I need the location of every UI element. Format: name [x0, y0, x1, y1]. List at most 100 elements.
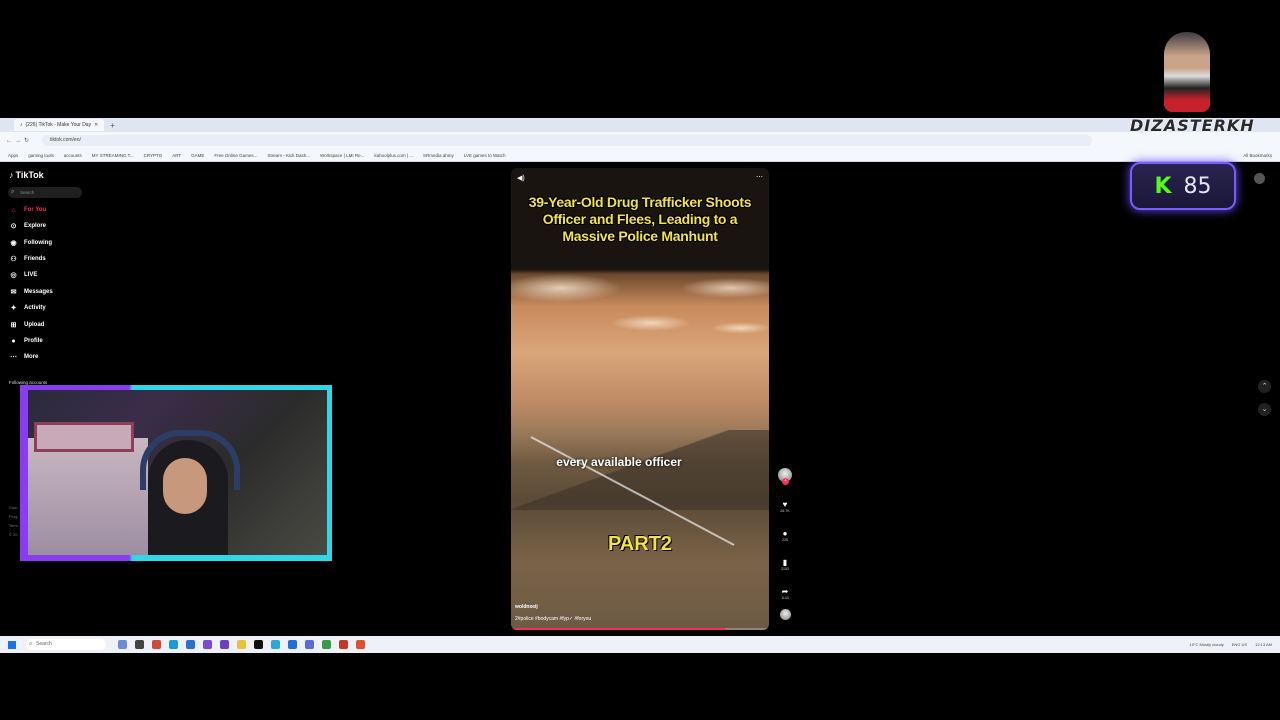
compass-icon: ⊙ [10, 223, 17, 230]
bookmark-item[interactable]: CRYPTO [144, 153, 163, 158]
language-indicator[interactable]: ENG US [1232, 642, 1247, 647]
tab-bar: ♪ (226) TikTok - Make Your Day ✕ + [0, 118, 1280, 132]
clock[interactable]: 12:13 AM [1255, 642, 1272, 647]
scroll-down-button[interactable]: ⌄ [1258, 403, 1271, 416]
video-author[interactable]: woldnxeij [515, 604, 538, 610]
bookmark-item[interactable]: Free Online Games... [214, 153, 257, 158]
footer-link[interactable]: Prog [9, 514, 17, 519]
avatar[interactable]: + [778, 468, 792, 485]
sidebar-item-messages[interactable]: ✉ Messages [9, 286, 53, 298]
bookmark-item[interactable]: Workspace | LMI Re... [320, 153, 364, 158]
task-view-icon[interactable] [118, 640, 127, 649]
x-icon[interactable] [254, 640, 263, 649]
bed [28, 438, 148, 555]
edge-icon[interactable] [169, 640, 178, 649]
bookmark-item[interactable]: MY STREAMING T... [92, 153, 134, 158]
sky-clouds [511, 268, 769, 348]
sidebar-item-for-you[interactable]: ⌂ For You [9, 204, 46, 216]
masked-avatar-icon [1164, 32, 1210, 112]
all-bookmarks[interactable]: All Bookmarks [1243, 153, 1272, 158]
scroll-up-button[interactable]: ⌃ [1258, 380, 1271, 393]
weather-status[interactable]: 19°C Mostly cloudy [1189, 642, 1223, 647]
sidebar-item-following[interactable]: ◉ Following [9, 237, 52, 249]
search-icon: ⌕ [29, 641, 33, 647]
volume-icon[interactable]: ◀) [517, 174, 525, 182]
bookmark-item[interactable]: SRmedia.ahmy [423, 153, 454, 158]
brave-icon[interactable] [356, 640, 365, 649]
follow-plus-icon[interactable]: + [782, 478, 789, 485]
twitch-icon[interactable] [220, 640, 229, 649]
sidebar-item-friends[interactable]: ⚇ Friends [9, 253, 45, 265]
taskbar-search-placeholder: Search [36, 641, 52, 647]
bookmark-item[interactable]: GAME [191, 153, 204, 158]
bookmark-icon: ▮ [782, 558, 788, 567]
taskbar-app-icon[interactable] [339, 640, 348, 649]
bookmark-item[interactable]: Stream - Kick Dash... [267, 153, 310, 158]
progress-bar[interactable] [511, 628, 769, 630]
like-button[interactable]: ♥ 26.7K [776, 500, 794, 513]
sidebar-item-profile[interactable]: ● Profile [9, 335, 43, 347]
user-avatar[interactable] [1254, 173, 1265, 184]
sidebar-item-label: Profile [24, 338, 43, 344]
streamer-logo: DIZASTERKH [1130, 30, 1255, 140]
sidebar-item-more[interactable]: ⋯ More [9, 351, 38, 363]
sidebar-item-label: Upload [24, 322, 45, 328]
taskbar-app-icon[interactable] [271, 640, 280, 649]
tab-title: (226) TikTok - Make Your Day [25, 122, 92, 128]
file-explorer-icon[interactable] [237, 640, 246, 649]
bookmark-item[interactable]: ART [172, 153, 181, 158]
video-player[interactable]: ◀) ⋯ 39-Year-Old Drug Trafficker Shoots … [511, 168, 769, 630]
video-hashtags[interactable]: 2#police #bodycam #fyp✓ #foryou [515, 616, 591, 622]
discord-icon[interactable] [305, 640, 314, 649]
sound-disc[interactable] [776, 609, 794, 620]
kick-viewer-badge: K 85 [1130, 162, 1236, 210]
close-tab-icon[interactable]: ✕ [94, 122, 98, 128]
sidebar-item-label: LIVE [24, 272, 38, 278]
video-caption: every available officer [556, 455, 682, 469]
bookmark-item[interactable]: kahoolplus.com | ... [374, 153, 413, 158]
sidebar-item-label: Messages [24, 289, 53, 295]
browser-tab[interactable]: ♪ (226) TikTok - Make Your Day ✕ [14, 119, 105, 131]
music-disc-icon[interactable] [779, 609, 791, 620]
footer-link[interactable]: Term [9, 523, 18, 528]
chrome-icon[interactable] [322, 640, 331, 649]
progress-fill [511, 628, 726, 630]
bookmark-item[interactable]: Apps [8, 153, 18, 158]
sidebar-item-explore[interactable]: ⊙ Explore [9, 220, 46, 232]
taskbar-app-icon[interactable] [203, 640, 212, 649]
footer-link[interactable]: Com [9, 505, 17, 510]
friends-icon: ⚇ [10, 256, 17, 263]
sidebar-item-activity[interactable]: ✦ Activity [9, 302, 46, 314]
share-button[interactable]: ➦ 1143 [776, 587, 794, 600]
creator-avatar[interactable]: + [776, 468, 794, 485]
sidebar-item-label: Activity [24, 305, 46, 311]
sidebar-item-upload[interactable]: ⊞ Upload [9, 319, 45, 331]
bookmark-item[interactable]: accounts [64, 153, 82, 158]
taskbar-app-icon[interactable] [186, 640, 195, 649]
save-button[interactable]: ▮ 2153 [776, 558, 794, 571]
bookmark-item[interactable]: LVE games to Watch [464, 153, 506, 158]
search-input[interactable]: ⌕ Search [8, 187, 82, 198]
search-icon: ⌕ [11, 189, 15, 195]
new-tab-icon[interactable]: + [110, 121, 115, 130]
sidebar-item-live[interactable]: ◎ LIVE [9, 269, 37, 281]
kick-icon: K [1154, 173, 1172, 199]
search-placeholder: Search [20, 190, 35, 195]
comment-button[interactable]: ● 226 [776, 529, 794, 542]
brand-name: DIZASTERKH [1130, 116, 1255, 135]
taskbar-app-icon[interactable] [152, 640, 161, 649]
upload-icon: ⊞ [10, 322, 17, 329]
tiktok-note-icon: ♪ [9, 170, 14, 180]
url-input[interactable]: tiktok.com/en/ [42, 135, 1093, 146]
taskbar-search[interactable]: ⌕ Search [26, 639, 106, 650]
nav-buttons-icon[interactable]: ←→↻ [6, 137, 32, 144]
address-bar-row: ←→↻ tiktok.com/en/ [0, 132, 1280, 149]
bookmark-item[interactable]: gaming tools [28, 153, 54, 158]
profile-icon: ● [11, 337, 16, 345]
taskbar-app-icon[interactable] [135, 640, 144, 649]
home-icon: ⌂ [11, 206, 16, 214]
linkedin-icon[interactable] [288, 640, 297, 649]
windows-start-icon[interactable] [8, 640, 16, 649]
tiktok-logo[interactable]: ♪ TikTok [9, 170, 44, 180]
more-options-icon[interactable]: ⋯ [756, 173, 763, 181]
